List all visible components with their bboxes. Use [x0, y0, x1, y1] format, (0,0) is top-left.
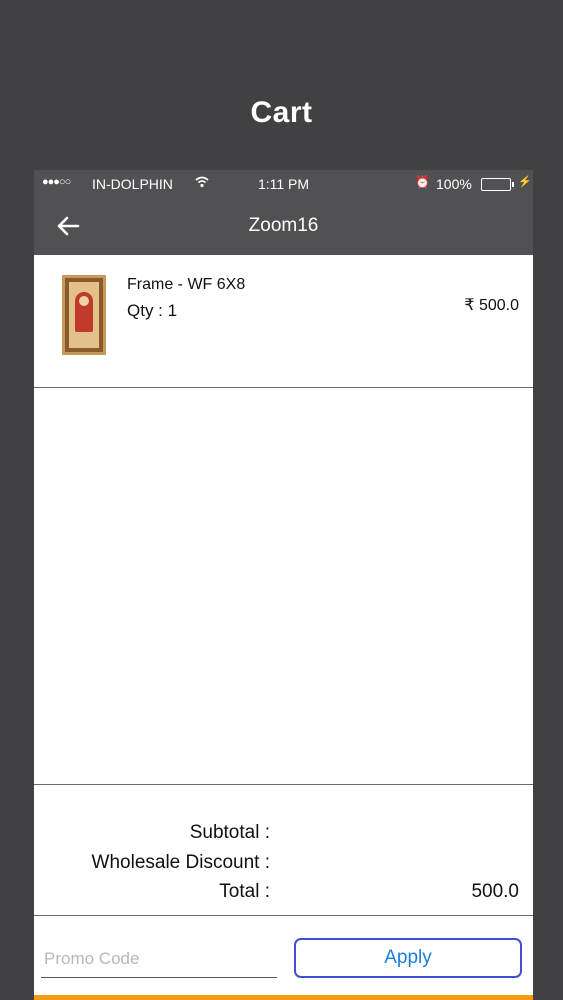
page-title: Cart: [250, 96, 313, 129]
charging-bolt-icon: ⚡: [518, 176, 532, 188]
subtotal-label: Subtotal :: [189, 822, 270, 843]
item-price: ₹ 500.0: [464, 297, 519, 314]
wholesale-discount-label: Wholesale Discount :: [91, 852, 270, 873]
navigation-bar: Zoom16: [34, 198, 533, 255]
total-label: Total :: [219, 881, 270, 902]
total-value: 500.0: [471, 881, 519, 902]
promo-code-input[interactable]: [41, 940, 277, 978]
phone-screen: ●●●○○ IN-DOLPHIN 1:11 PM ⏰ 100% ⚡ Zoom16…: [34, 170, 533, 1000]
battery-percentage: 100%: [436, 176, 472, 192]
item-name: Frame - WF 6X8: [127, 276, 246, 293]
apply-button[interactable]: Apply: [294, 938, 522, 978]
alarm-icon: ⏰: [415, 175, 430, 189]
promo-code-row: Apply: [34, 915, 533, 995]
item-quantity: Qty : 1: [127, 301, 178, 320]
cart-list-empty-area: [34, 388, 533, 785]
status-bar: ●●●○○ IN-DOLPHIN 1:11 PM ⏰ 100% ⚡: [34, 170, 533, 198]
nav-title: Zoom16: [248, 215, 319, 236]
order-summary: Subtotal : Wholesale Discount : Total : …: [34, 786, 533, 915]
bottom-accent-strip: [34, 995, 533, 1000]
battery-icon: [481, 178, 514, 191]
product-thumbnail: [62, 275, 106, 355]
cart-item[interactable]: Frame - WF 6X8 Qty : 1 ₹ 500.0: [34, 255, 533, 388]
